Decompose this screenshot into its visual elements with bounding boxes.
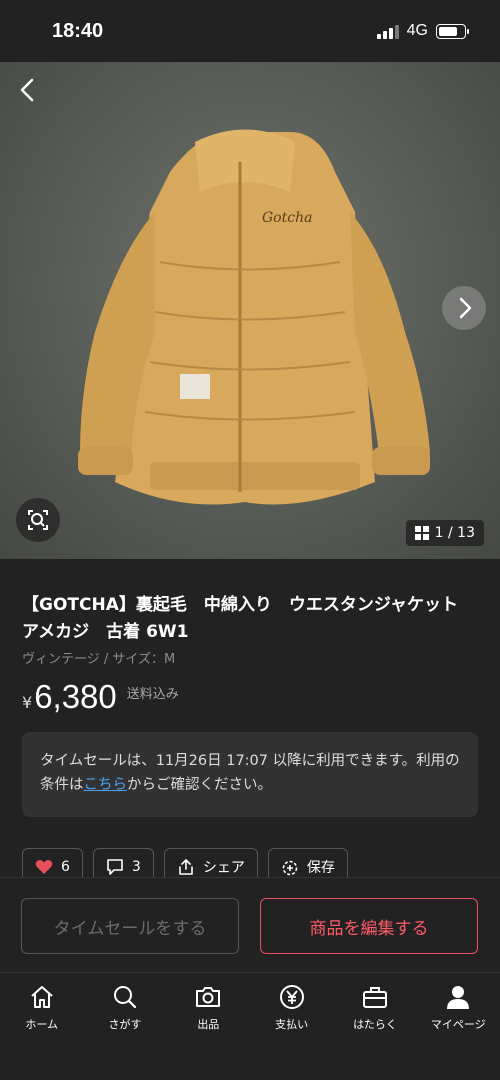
share-label: シェア [202,860,245,876]
battery-icon [436,23,469,39]
product-photo-jacket: Gotcha [78,129,430,505]
status-time: 18:40 [52,20,104,42]
next-image-button[interactable] [442,286,486,330]
product-title: 【GOTCHA】裏起毛 中綿入り ウエスタンジャケット アメカジ 古着 6W1 [22,595,476,642]
status-bar: 18:40 4G [0,0,500,62]
tab-mypage[interactable]: マイページ [417,973,500,1080]
tab-label: さがす [108,1018,142,1031]
save-add-icon [282,860,298,876]
comment-count: 3 [131,859,141,875]
tab-sell[interactable]: 出品 [167,973,250,1080]
tab-label: ホーム [25,1018,58,1031]
tab-bar: ホーム さがす 出品 支払い はたらく マイページ [0,972,500,1080]
share-icon [179,859,193,875]
heart-icon [35,860,53,874]
tab-label: 出品 [197,1018,220,1031]
tab-payment[interactable]: 支払い [250,973,333,1080]
price-row: ¥ 6,380 送料込み [22,678,179,716]
product-subtitle: ヴィンテージ / サイズ：M [22,652,176,667]
scan-search-icon [28,510,48,530]
notice-link[interactable]: こちら [84,777,128,793]
person-icon [447,986,470,1009]
network-type: 4G [406,22,428,39]
like-count: 6 [61,859,70,875]
image-counter-text: 1 / 13 [434,525,475,541]
bottom-action-bar: タイムセールをする 商品を編集する [0,877,500,972]
shipping-note: 送料込み [126,687,179,702]
status-indicators: 4G [376,22,469,40]
yen-icon [279,985,304,1009]
tab-work[interactable]: はたらく [333,973,416,1080]
comment-icon [107,859,123,875]
chevron-left-icon [20,78,34,102]
grid-icon [414,526,429,540]
price-value: 6,380 [34,678,117,715]
edit-item-button[interactable]: 商品を編集する [260,898,478,954]
chevron-right-icon [459,297,472,319]
save-label: 保存 [306,860,335,876]
signal-icon [376,23,399,39]
tab-label: マイページ [430,1018,486,1031]
home-icon [30,986,53,1008]
product-image[interactable]: Gotcha 1 / 13 [0,62,500,559]
timesale-button[interactable]: タイムセールをする [21,898,239,954]
tab-search[interactable]: さがす [83,973,166,1080]
image-search-button[interactable] [16,498,60,542]
tab-label: 支払い [275,1018,309,1031]
timesale-notice: タイムセールは、11月26日 17:07 以降に利用できます。利用の条件はこちら… [22,732,478,817]
back-button[interactable] [10,72,46,108]
search-icon [113,986,137,1009]
price-currency: ¥ [22,693,33,712]
svg-text:Gotcha: Gotcha [262,210,312,226]
image-counter[interactable]: 1 / 13 [405,520,484,546]
camera-icon [196,987,221,1007]
tab-label: はたらく [353,1018,397,1031]
briefcase-icon [362,987,387,1008]
notice-text-end: からご確認ください。 [127,777,272,793]
tab-home[interactable]: ホーム [0,973,83,1080]
